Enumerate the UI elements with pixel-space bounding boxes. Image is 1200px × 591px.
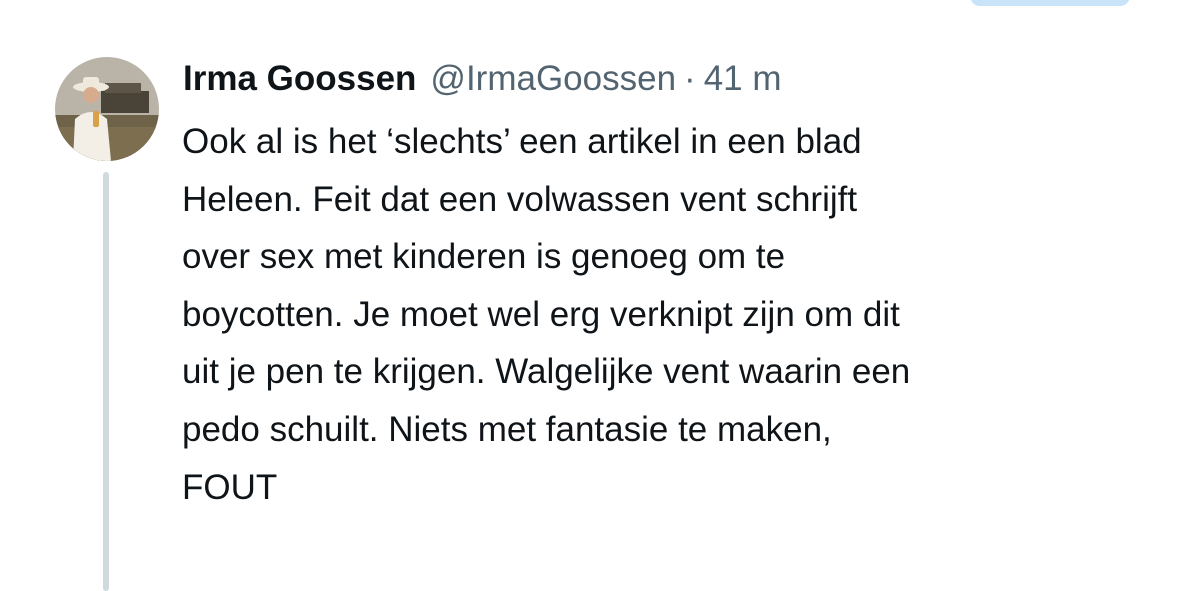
tweet[interactable]: Irma Goossen @IrmaGoossen · 41 m Ook al …	[182, 55, 1172, 516]
tweet-text-line: FOUT	[182, 467, 278, 507]
display-name[interactable]: Irma Goossen	[183, 55, 416, 103]
tweet-text-line: pedo schuilt. Niets met fantasie te make…	[182, 409, 832, 449]
tweet-screenshot: Irma Goossen @IrmaGoossen · 41 m Ook al …	[0, 0, 1200, 591]
tweet-text-line: boycotten. Je moet wel erg verknipt zijn…	[182, 294, 900, 334]
tweet-text-line: Ook al is het ‘slechts’ een artikel in e…	[182, 122, 862, 161]
tweet-text-line: over sex met kinderen is genoeg om te	[182, 237, 786, 277]
avatar-photo	[55, 57, 159, 161]
thread-line	[103, 172, 109, 591]
avatar[interactable]	[55, 57, 159, 161]
separator-dot: ·	[684, 59, 696, 98]
tweet-header: Irma Goossen @IrmaGoossen · 41 m	[183, 55, 1172, 103]
follow-button-partial[interactable]	[970, 0, 1130, 6]
tweet-text: Ook al is het ‘slechts’ een artikel in e…	[182, 113, 1172, 516]
user-handle[interactable]: @IrmaGoossen	[430, 55, 676, 103]
tweet-text-line: Heleen. Feit dat een volwassen vent schr…	[182, 179, 858, 219]
tweet-text-line: uit je pen te krijgen. Walgelijke vent w…	[182, 352, 911, 392]
timestamp[interactable]: 41 m	[704, 55, 782, 103]
